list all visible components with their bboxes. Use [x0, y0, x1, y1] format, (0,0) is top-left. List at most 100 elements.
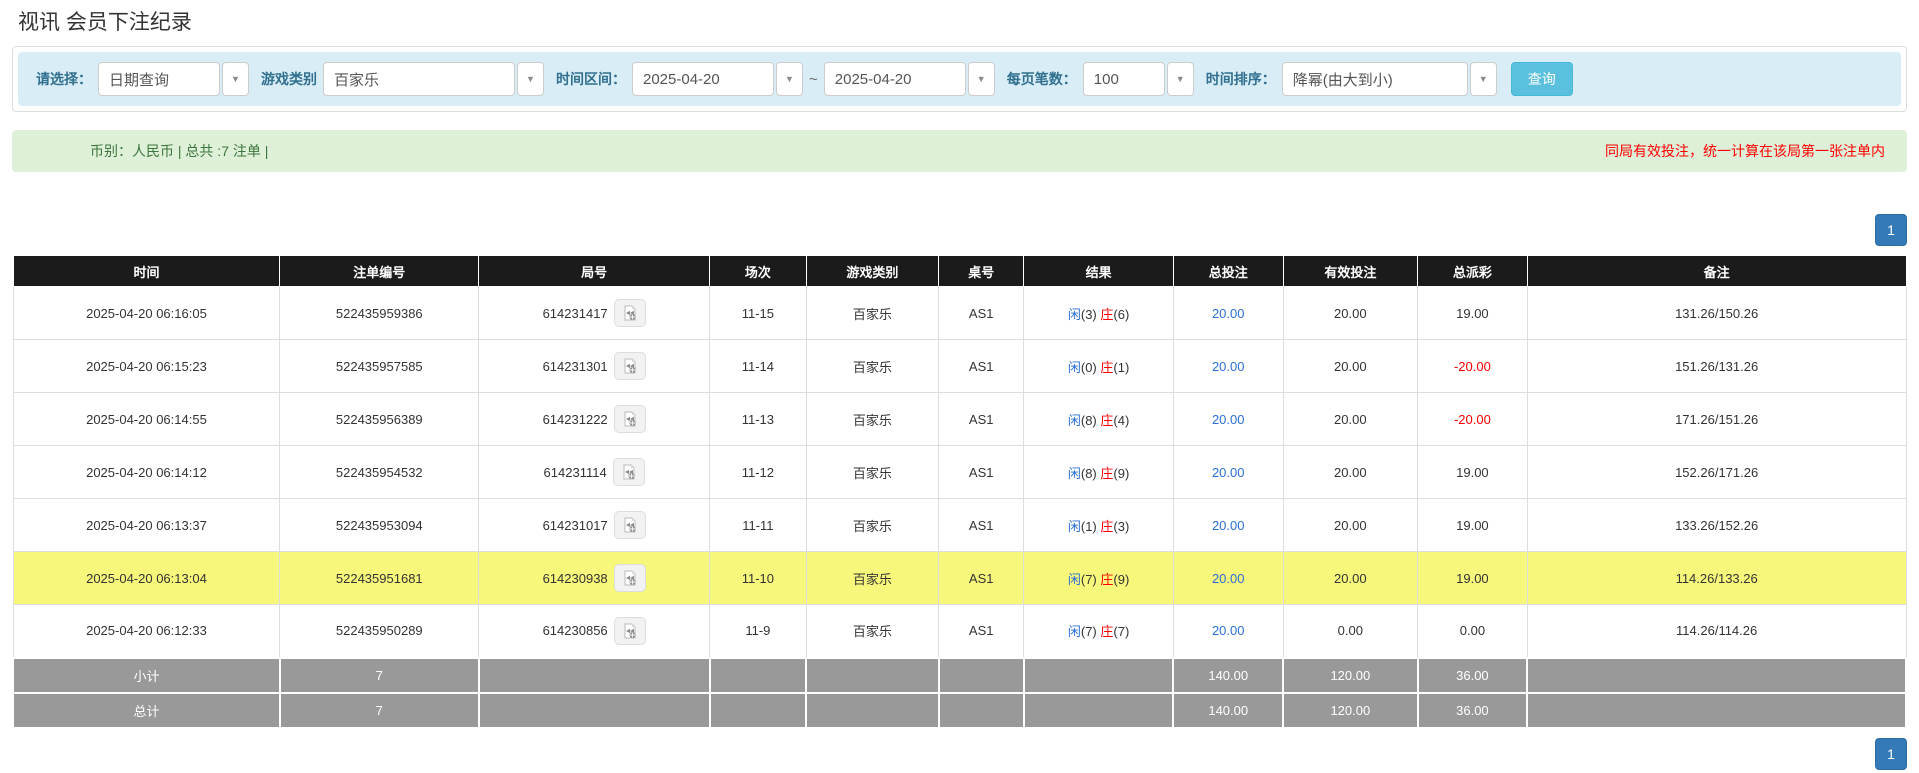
table-no-cell: AS1 [939, 446, 1024, 499]
total-bet-cell: 20.00 [1173, 287, 1283, 340]
game-type-cell: 百家乐 [806, 446, 939, 499]
col-header-table-no: 桌号 [939, 256, 1024, 287]
subtotal-count: 7 [280, 658, 479, 693]
banker-result-value: (9) [1113, 466, 1129, 481]
chevron-down-icon[interactable]: ▼ [968, 62, 995, 96]
date-from-picker[interactable]: 2025-04-20 ▼ [632, 62, 803, 96]
table-row: 2025-04-20 06:16:05 522435959386 6142314… [13, 287, 1906, 340]
video-icon-button[interactable] [614, 405, 646, 433]
valid-bet-cell: 20.00 [1283, 393, 1417, 446]
table-row: 2025-04-20 06:13:37 522435953094 6142310… [13, 499, 1906, 552]
table-no-cell: AS1 [939, 340, 1024, 393]
total-bet-link[interactable]: 20.00 [1212, 623, 1245, 638]
video-icon-button[interactable] [614, 511, 646, 539]
total-bet-link[interactable]: 20.00 [1212, 359, 1245, 374]
total-bet-link[interactable]: 20.00 [1212, 571, 1245, 586]
chevron-down-icon[interactable]: ▼ [1167, 62, 1194, 96]
total-bet-link[interactable]: 20.00 [1212, 412, 1245, 427]
page-title: 视讯 会员下注纪录 [12, 0, 1907, 46]
bet-id-cell: 522435954532 [280, 446, 479, 499]
player-result-value: (0) [1081, 360, 1097, 375]
time-cell: 2025-04-20 06:14:55 [13, 393, 280, 446]
player-result-label: 闲 [1068, 307, 1081, 322]
banker-result-label: 庄 [1100, 413, 1113, 428]
total-bet-link[interactable]: 20.00 [1212, 465, 1245, 480]
pagination-bottom: 1 [12, 738, 1907, 770]
total-bet-cell: 20.00 [1173, 446, 1283, 499]
bet-id-cell: 522435959386 [280, 287, 479, 340]
valid-bet-cell: 20.00 [1283, 446, 1417, 499]
total-row: 总计 7 140.00 120.00 36.00 [13, 693, 1906, 728]
chevron-down-icon[interactable]: ▼ [776, 62, 803, 96]
table-row: 2025-04-20 06:13:04 522435951681 6142309… [13, 552, 1906, 605]
video-icon-button[interactable] [614, 299, 646, 327]
result-cell: 闲(1) 庄(3) [1024, 499, 1174, 552]
session-cell: 11-9 [710, 605, 807, 658]
round-id-value: 614231222 [543, 412, 608, 427]
query-type-value[interactable]: 日期查询 [98, 62, 220, 96]
query-type-select[interactable]: 日期查询 ▼ [98, 62, 249, 96]
video-icon-button[interactable] [614, 617, 646, 645]
table-no-cell: AS1 [939, 287, 1024, 340]
total-bet-link[interactable]: 20.00 [1212, 518, 1245, 533]
video-icon-button[interactable] [614, 564, 646, 592]
table-no-cell: AS1 [939, 552, 1024, 605]
note-cell: 114.26/133.26 [1527, 552, 1906, 605]
total-valid-bet: 120.00 [1283, 693, 1417, 728]
chevron-down-icon[interactable]: ▼ [517, 62, 544, 96]
valid-bet-cell: 20.00 [1283, 287, 1417, 340]
result-cell: 闲(7) 庄(7) [1024, 605, 1174, 658]
total-bet-cell: 20.00 [1173, 552, 1283, 605]
player-result-label: 闲 [1068, 624, 1081, 639]
chevron-down-icon[interactable]: ▼ [222, 62, 249, 96]
date-to-picker[interactable]: 2025-04-20 ▼ [824, 62, 995, 96]
total-payout: 36.00 [1418, 693, 1528, 728]
table-no-cell: AS1 [939, 499, 1024, 552]
col-header-bet-id: 注单编号 [280, 256, 479, 287]
total-bet-link[interactable]: 20.00 [1212, 306, 1245, 321]
time-sort-select[interactable]: 降幂(由大到小) ▼ [1282, 62, 1497, 96]
film-icon [622, 411, 638, 427]
chevron-down-icon[interactable]: ▼ [1470, 62, 1497, 96]
round-id-cell: 614230856 [479, 605, 710, 658]
valid-bet-cell: 20.00 [1283, 340, 1417, 393]
valid-bet-note-text: 同局有效投注，统一计算在该局第一张注单内 [1605, 141, 1885, 161]
session-cell: 11-13 [710, 393, 807, 446]
subtotal-valid-bet: 120.00 [1283, 658, 1417, 693]
filter-panel: 请选择： 日期查询 ▼ 游戏类别 百家乐 ▼ 时间区间： 2025-04-20 … [12, 46, 1907, 112]
round-id-cell: 614231301 [479, 340, 710, 393]
game-type-select[interactable]: 百家乐 ▼ [323, 62, 544, 96]
date-from-value[interactable]: 2025-04-20 [632, 62, 774, 96]
banker-result-label: 庄 [1100, 519, 1113, 534]
video-icon-button[interactable] [613, 458, 645, 486]
col-header-game-type: 游戏类别 [806, 256, 939, 287]
bet-id-cell: 522435950289 [280, 605, 479, 658]
session-cell: 11-11 [710, 499, 807, 552]
bet-id-cell: 522435956389 [280, 393, 479, 446]
per-page-select[interactable]: 100 ▼ [1083, 62, 1194, 96]
game-type-value[interactable]: 百家乐 [323, 62, 515, 96]
video-icon-button[interactable] [614, 352, 646, 380]
col-header-round-id: 局号 [479, 256, 710, 287]
currency-summary-text: 币别：人民币 | 总共 :7 注单 | [90, 141, 268, 161]
page-1-button[interactable]: 1 [1875, 738, 1907, 770]
player-result-value: (3) [1081, 307, 1097, 322]
table-body: 2025-04-20 06:16:05 522435959386 6142314… [13, 287, 1906, 658]
page-1-button[interactable]: 1 [1875, 214, 1907, 246]
query-button[interactable]: 查询 [1511, 62, 1573, 96]
time-sort-value[interactable]: 降幂(由大到小) [1282, 62, 1468, 96]
time-sort-label: 时间排序： [1206, 69, 1276, 89]
table-row: 2025-04-20 06:12:33 522435950289 6142308… [13, 605, 1906, 658]
per-page-value[interactable]: 100 [1083, 62, 1165, 96]
banker-result-label: 庄 [1100, 360, 1113, 375]
banker-result-label: 庄 [1100, 572, 1113, 587]
total-bet-cell: 20.00 [1173, 499, 1283, 552]
game-type-cell: 百家乐 [806, 605, 939, 658]
banker-result-value: (1) [1113, 360, 1129, 375]
total-total-bet: 140.00 [1173, 693, 1283, 728]
date-to-value[interactable]: 2025-04-20 [824, 62, 966, 96]
round-id-value: 614231114 [544, 465, 607, 480]
banker-result-label: 庄 [1100, 307, 1113, 322]
date-range-tilde: ~ [809, 71, 818, 88]
note-cell: 171.26/151.26 [1527, 393, 1906, 446]
